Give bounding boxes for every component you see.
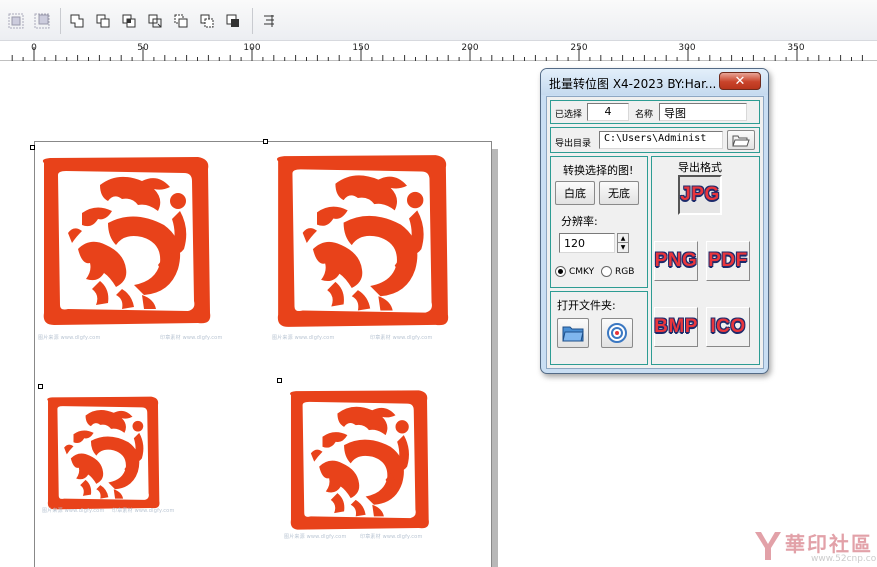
image-caption: 图片来源 www.dlgfy.com	[272, 335, 335, 341]
rgb-radio[interactable]	[601, 266, 612, 277]
selection-name-group: 已选择 4 名称 导图	[550, 100, 760, 124]
folder-icon	[562, 326, 584, 342]
image-caption: 印章素材 www.dlgfy.com	[370, 335, 433, 341]
open-folder-group: 打开文件夹:	[550, 291, 648, 365]
dialog-title: 批量转位图 X4-2023 BY:Har...	[549, 77, 717, 91]
cmyk-label: CMKY	[569, 267, 595, 277]
resolution-label: 分辨率:	[561, 215, 598, 228]
page-shadow	[492, 149, 498, 567]
open-folder-icon	[732, 135, 750, 147]
ruler-label: 150	[352, 43, 370, 53]
dragon-seal-image[interactable]	[38, 153, 214, 329]
export-dir-field[interactable]: C:\Users\Administ	[599, 131, 723, 149]
watermark-url: www.52cnp.com	[811, 554, 877, 564]
toolbar	[0, 0, 877, 41]
ruler-label: 350	[787, 43, 805, 53]
ruler-label: 200	[461, 43, 479, 53]
open-folder-button[interactable]	[557, 318, 589, 348]
pdf-format-button[interactable]: PDF	[706, 241, 750, 281]
selection-handle[interactable]	[277, 378, 282, 383]
no-bg-button[interactable]: 无底	[599, 181, 639, 205]
dialog-body: 已选择 4 名称 导图 导出目录 C:\Users\Administ 转换选择的…	[546, 96, 764, 369]
dialog-titlebar[interactable]: 批量转位图 X4-2023 BY:Har... ✕	[541, 69, 768, 95]
distribute-icon[interactable]	[31, 10, 53, 32]
target-button[interactable]	[601, 318, 633, 348]
front-minus-back-icon[interactable]	[170, 10, 192, 32]
image-caption: 图片来源 www.dlgfy.com	[284, 534, 347, 540]
boundary-icon[interactable]	[222, 10, 244, 32]
close-icon: ✕	[734, 73, 746, 89]
resolution-spinner[interactable]: ▲ ▼	[617, 233, 629, 253]
image-caption: 印章素材 www.dlgfy.com	[112, 508, 175, 514]
export-format-label: 导出格式	[678, 161, 722, 174]
ruler-label: 50	[137, 43, 149, 53]
weld-icon[interactable]	[66, 10, 88, 32]
selection-handle[interactable]	[263, 139, 268, 144]
image-caption: 图片来源 www.dlgfy.com	[38, 335, 101, 341]
close-button[interactable]: ✕	[719, 72, 761, 90]
convert-group: 转换选择的图! 白底 无底 分辨率: 120 ▲ ▼ CMKY RGB	[550, 156, 648, 288]
selection-handle[interactable]	[38, 384, 43, 389]
ruler-label: 100	[243, 43, 261, 53]
jpg-format-button[interactable]: JPG	[678, 175, 722, 215]
batch-bitmap-dialog: 批量转位图 X4-2023 BY:Har... ✕ 已选择 4 名称 导图 导出…	[540, 68, 769, 374]
image-caption: 印章素材 www.dlgfy.com	[160, 335, 223, 341]
simplify-icon[interactable]	[144, 10, 166, 32]
png-format-button[interactable]: PNG	[654, 241, 698, 281]
export-format-group: 导出格式 JPG PNG PDF BMP ICO	[651, 156, 760, 365]
site-watermark: 華印社區 www.52cnp.com	[745, 526, 877, 567]
ico-format-button[interactable]: ICO	[706, 307, 750, 347]
name-field[interactable]: 导图	[659, 103, 747, 121]
trim-icon[interactable]	[92, 10, 114, 32]
bmp-format-button[interactable]: BMP	[654, 307, 698, 347]
cmyk-radio[interactable]	[555, 266, 566, 277]
spin-down-icon[interactable]: ▼	[618, 243, 628, 252]
resolution-field[interactable]: 120	[559, 233, 615, 253]
open-folder-label: 打开文件夹:	[557, 299, 616, 312]
ruler-label: 300	[678, 43, 696, 53]
watermark-text: 華印社區	[785, 532, 873, 556]
dragon-seal-image[interactable]	[272, 151, 452, 331]
white-bg-button[interactable]: 白底	[555, 181, 595, 205]
site-logo-icon	[755, 532, 781, 560]
rgb-label: RGB	[615, 267, 635, 277]
image-caption: 印章素材 www.dlgfy.com	[360, 534, 423, 540]
export-dir-group: 导出目录 C:\Users\Administ	[550, 127, 760, 153]
spin-up-icon[interactable]: ▲	[618, 234, 628, 243]
back-minus-front-icon[interactable]	[196, 10, 218, 32]
ruler-label: 0	[31, 43, 37, 53]
selected-label: 已选择	[555, 110, 583, 120]
browse-folder-button[interactable]	[727, 130, 755, 150]
ruler-label: 250	[570, 43, 588, 53]
selection-handle[interactable]	[30, 145, 35, 150]
intersect-icon[interactable]	[118, 10, 140, 32]
convert-label: 转换选择的图!	[563, 164, 634, 177]
horizontal-ruler[interactable]: 0 50 100 150 200 250 300 350	[0, 41, 877, 61]
name-label: 名称	[635, 110, 654, 120]
dragon-seal-image[interactable]	[44, 394, 162, 512]
target-icon	[607, 323, 627, 343]
export-dir-label: 导出目录	[555, 139, 592, 149]
selected-count-field[interactable]: 4	[587, 103, 629, 121]
align-panel-icon[interactable]	[258, 10, 280, 32]
align-icon[interactable]	[5, 10, 27, 32]
dragon-seal-image[interactable]	[286, 387, 432, 533]
image-caption: 图片来源 www.dlgfy.com	[42, 508, 105, 514]
